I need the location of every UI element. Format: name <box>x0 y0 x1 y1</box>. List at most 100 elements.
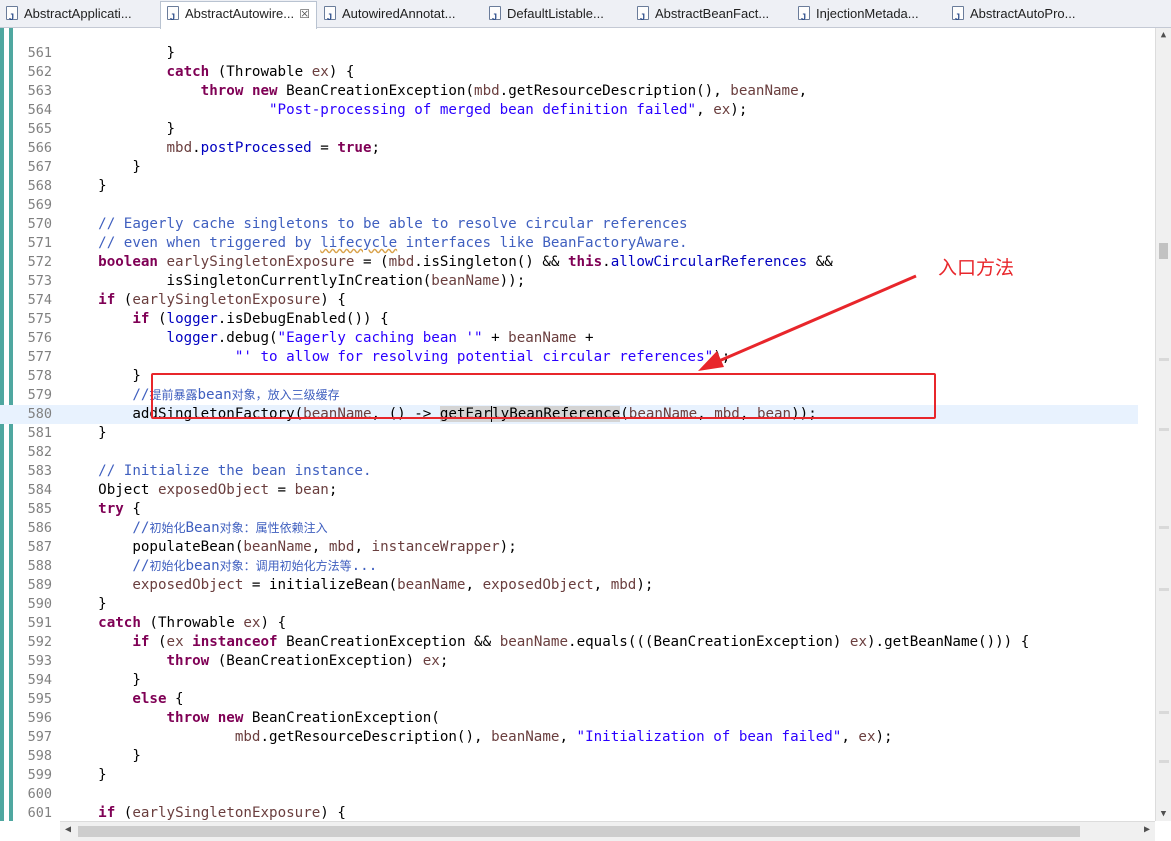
line-number: 593 <box>27 653 52 669</box>
code-text: Object exposedObject = bean; <box>64 482 338 498</box>
scroll-left-icon[interactable]: ◀ <box>65 824 71 835</box>
tab-abstractbeanfact[interactable]: AbstractBeanFact... <box>631 2 791 27</box>
line-number: 573 <box>27 273 52 289</box>
code-line[interactable]: 581 } <box>0 424 1138 443</box>
code-text: throw new BeanCreationException(mbd.getR… <box>200 83 808 99</box>
code-line[interactable]: 575 if (logger.isDebugEnabled()) { <box>0 310 1138 329</box>
code-text: mbd.getResourceDescription(), beanName, … <box>234 729 893 745</box>
overview-marker[interactable] <box>1159 526 1169 529</box>
code-text: throw new BeanCreationException( <box>166 710 440 726</box>
code-line[interactable]: 571 // even when triggered by lifecycle … <box>0 234 1138 253</box>
code-line[interactable]: 601 if (earlySingletonExposure) { <box>0 804 1138 821</box>
code-line[interactable]: 570 // Eagerly cache singletons to be ab… <box>0 215 1138 234</box>
code-line[interactable]: 592 if (ex instanceof BeanCreationExcept… <box>0 633 1138 652</box>
close-tab-icon[interactable]: ☒ <box>299 2 310 26</box>
code-line[interactable]: 583 // Initialize the bean instance. <box>0 462 1138 481</box>
code-line[interactable]: 565 } <box>0 120 1138 139</box>
scroll-up-icon[interactable]: ▲ <box>1156 30 1171 40</box>
code-line[interactable]: 569 <box>0 196 1138 215</box>
line-number: 579 <box>27 387 52 403</box>
code-editor[interactable]: 561 } 562 catch (Throwable ex) {563 throw… <box>0 28 1155 821</box>
code-line[interactable]: 568 } <box>0 177 1138 196</box>
code-line[interactable]: 593 throw (BeanCreationException) ex; <box>0 652 1138 671</box>
line-number: 570 <box>27 216 52 232</box>
java-file-icon <box>798 5 810 27</box>
line-number: 600 <box>27 786 52 802</box>
code-text: logger.debug("Eagerly caching bean '" + … <box>166 330 594 346</box>
overview-marker[interactable] <box>1159 711 1169 714</box>
horizontal-scrollbar[interactable]: ◀ ▶ <box>60 821 1155 841</box>
tab-autowiredannotat[interactable]: AutowiredAnnotat... <box>318 2 482 27</box>
horizontal-scroll-thumb[interactable] <box>78 826 1080 837</box>
vertical-scrollbar[interactable]: ▲ ▼ <box>1155 28 1171 821</box>
line-number: 562 <box>27 64 52 80</box>
code-line[interactable]: 595 else { <box>0 690 1138 709</box>
code-line[interactable]: 584 Object exposedObject = bean; <box>0 481 1138 500</box>
code-line[interactable]: 561 } <box>0 44 1138 63</box>
code-line[interactable]: 576 logger.debug("Eagerly caching bean '… <box>0 329 1138 348</box>
code-line[interactable]: 589 exposedObject = initializeBean(beanN… <box>0 576 1138 595</box>
line-number: 587 <box>27 539 52 555</box>
line-number: 561 <box>27 45 52 61</box>
line-number: 583 <box>27 463 52 479</box>
tab-injectionmetada[interactable]: InjectionMetada... <box>792 2 945 27</box>
code-line[interactable]: 590 } <box>0 595 1138 614</box>
code-line[interactable]: 567 } <box>0 158 1138 177</box>
code-text: exposedObject = initializeBean(beanName,… <box>132 577 654 593</box>
annotation-label: 入口方法 <box>938 257 1015 279</box>
line-number: 597 <box>27 729 52 745</box>
code-line[interactable]: 587 populateBean(beanName, mbd, instance… <box>0 538 1138 557</box>
code-line[interactable]: 588 //初始化bean对象：调用初始化方法等... <box>0 557 1138 576</box>
scroll-right-icon[interactable]: ▶ <box>1144 824 1150 835</box>
code-line[interactable]: 562 catch (Throwable ex) { <box>0 63 1138 82</box>
line-number: 586 <box>27 520 52 536</box>
line-number: 567 <box>27 159 52 175</box>
java-file-icon <box>6 5 18 27</box>
line-number: 584 <box>27 482 52 498</box>
code-text: } <box>64 596 107 612</box>
line-number: 571 <box>27 235 52 251</box>
scroll-down-icon[interactable]: ▼ <box>1156 809 1171 819</box>
code-line[interactable]: 574 if (earlySingletonExposure) { <box>0 291 1138 310</box>
line-number: 563 <box>27 83 52 99</box>
java-file-icon <box>324 5 336 27</box>
overview-marker[interactable] <box>1159 358 1169 361</box>
java-file-icon <box>637 5 649 27</box>
code-line[interactable]: 563 throw new BeanCreationException(mbd.… <box>0 82 1138 101</box>
code-line[interactable]: 564 "Post-processing of merged bean defi… <box>0 101 1138 120</box>
line-number: 598 <box>27 748 52 764</box>
highlight-box <box>151 373 936 419</box>
code-line[interactable]: 594 } <box>0 671 1138 690</box>
tab-label: AbstractApplicati... <box>24 6 132 21</box>
tab-defaultlistable[interactable]: DefaultListable... <box>483 2 630 27</box>
code-text: populateBean(beanName, mbd, instanceWrap… <box>64 539 517 555</box>
line-number: 564 <box>27 102 52 118</box>
overview-marker[interactable] <box>1159 588 1169 591</box>
code-text: "' to allow for resolving potential circ… <box>234 349 731 365</box>
tab-abstractautowire[interactable]: AbstractAutowire... ☒ <box>160 1 317 29</box>
line-number: 592 <box>27 634 52 650</box>
tab-abstractautopro[interactable]: AbstractAutoPro... <box>946 2 1106 27</box>
code-line[interactable]: 599 } <box>0 766 1138 785</box>
code-line[interactable]: 598 } <box>0 747 1138 766</box>
line-number: 576 <box>27 330 52 346</box>
code-text: } <box>64 368 141 384</box>
code-line[interactable]: 582 <box>0 443 1138 462</box>
code-text: } <box>64 159 141 175</box>
code-line[interactable]: 585 try { <box>0 500 1138 519</box>
code-line[interactable]: 577 "' to allow for resolving potential … <box>0 348 1138 367</box>
code-text: "Post-processing of merged bean definiti… <box>269 102 748 118</box>
line-number: 565 <box>27 121 52 137</box>
code-line[interactable]: 596 throw new BeanCreationException( <box>0 709 1138 728</box>
tab-abstractapplicati[interactable]: AbstractApplicati... <box>0 2 159 27</box>
code-line[interactable]: 586 //初始化Bean对象：属性依赖注入 <box>0 519 1138 538</box>
code-line[interactable]: 597 mbd.getResourceDescription(), beanNa… <box>0 728 1138 747</box>
line-number: 572 <box>27 254 52 270</box>
code-line[interactable]: 600 <box>0 785 1138 804</box>
overview-marker[interactable] <box>1159 760 1169 763</box>
code-line[interactable]: 591 catch (Throwable ex) { <box>0 614 1138 633</box>
vertical-scroll-thumb[interactable] <box>1159 243 1168 259</box>
overview-marker[interactable] <box>1159 428 1169 431</box>
code-line[interactable]: 566 mbd.postProcessed = true; <box>0 139 1138 158</box>
code-text: if (logger.isDebugEnabled()) { <box>132 311 389 327</box>
